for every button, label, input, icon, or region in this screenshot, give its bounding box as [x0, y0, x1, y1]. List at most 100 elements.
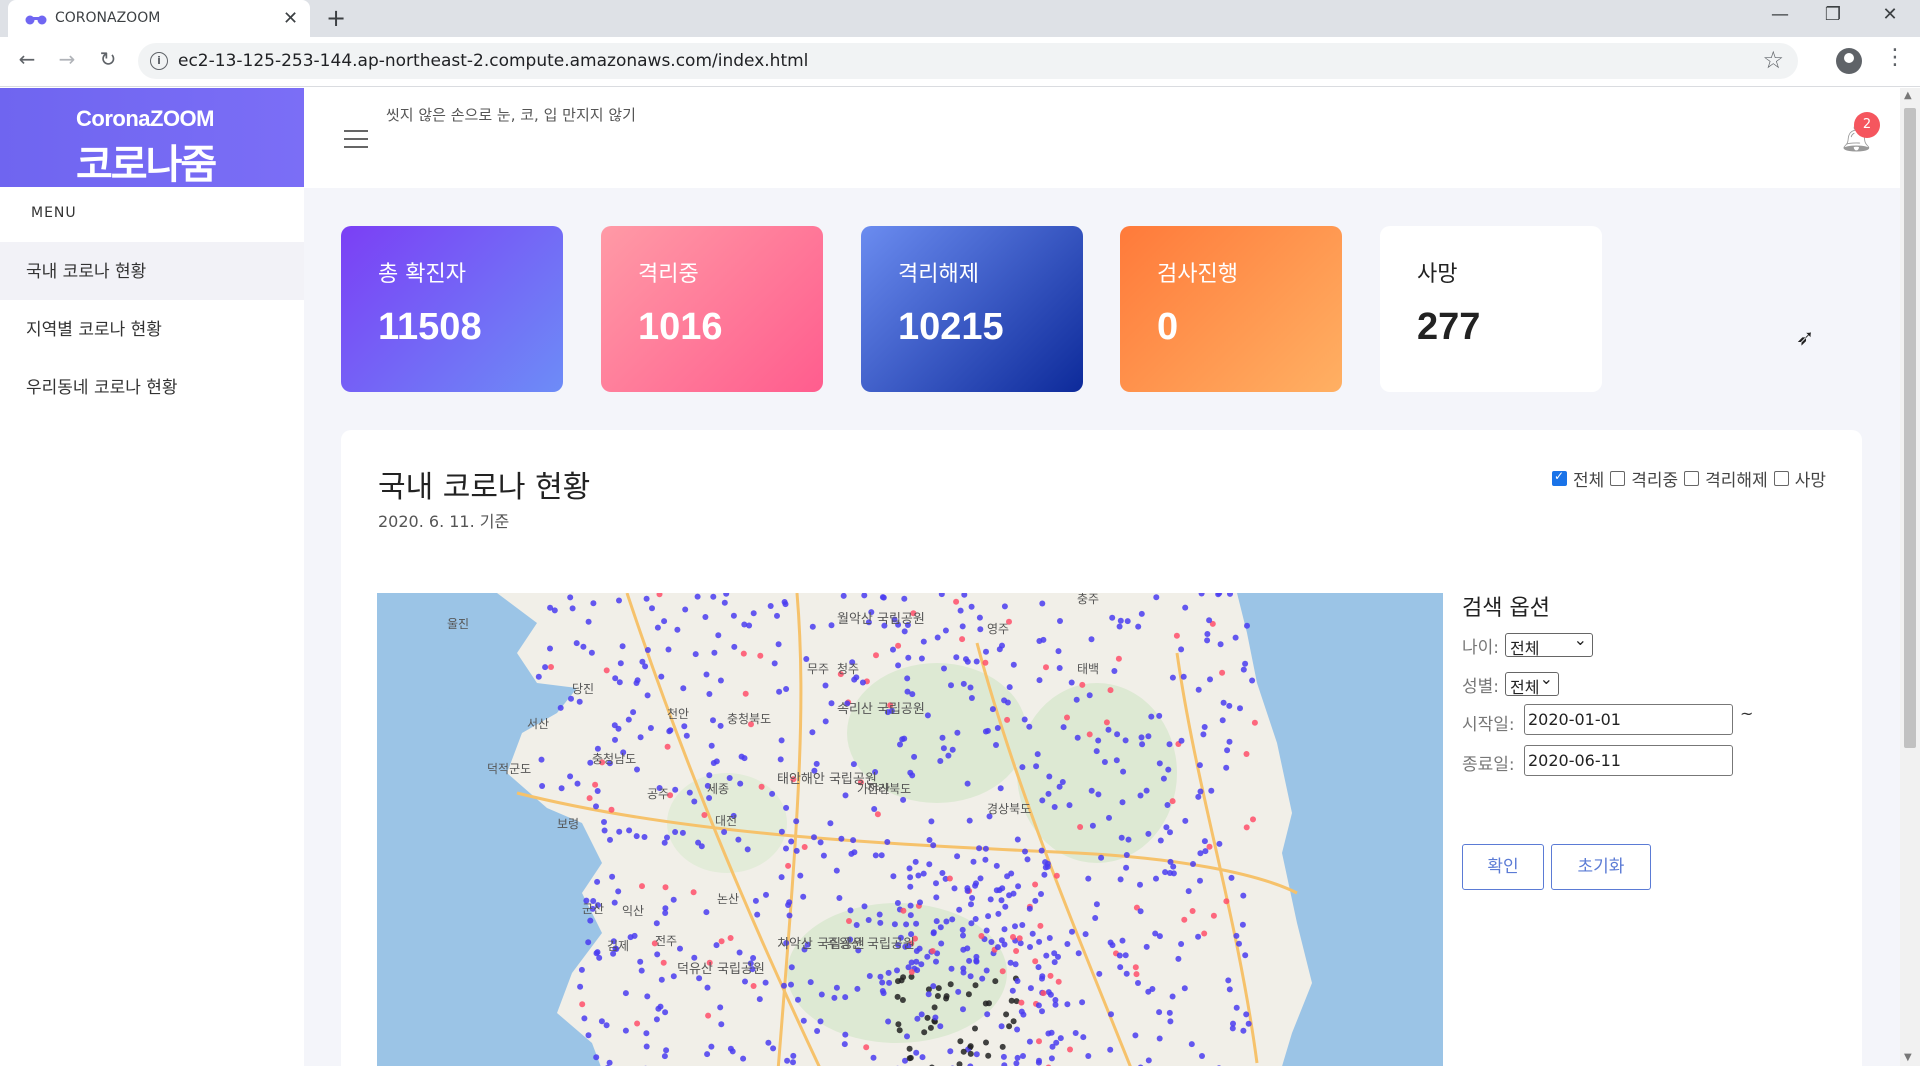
- case-marker[interactable]: [1085, 875, 1092, 882]
- case-marker[interactable]: [1057, 1035, 1064, 1042]
- minimize-icon[interactable]: —: [1760, 4, 1800, 25]
- case-marker[interactable]: [925, 991, 932, 998]
- case-marker[interactable]: [1016, 935, 1023, 942]
- case-marker[interactable]: [1039, 973, 1046, 980]
- sidebar-item-neighborhood[interactable]: 우리동네 코로나 현황: [0, 358, 304, 416]
- case-marker[interactable]: [580, 643, 587, 650]
- case-marker[interactable]: [713, 942, 720, 949]
- case-marker[interactable]: [558, 785, 565, 792]
- case-marker[interactable]: [1163, 824, 1170, 831]
- case-marker[interactable]: [1051, 804, 1058, 810]
- case-marker[interactable]: [884, 839, 891, 845]
- case-marker[interactable]: [1195, 793, 1202, 800]
- case-marker[interactable]: [994, 944, 1001, 951]
- case-marker[interactable]: [1021, 716, 1028, 723]
- case-marker[interactable]: [1122, 952, 1129, 959]
- case-marker[interactable]: [1115, 655, 1122, 662]
- case-marker[interactable]: [731, 643, 738, 650]
- case-marker[interactable]: [965, 991, 972, 998]
- case-marker[interactable]: [1027, 985, 1034, 992]
- case-marker[interactable]: [937, 924, 944, 931]
- case-marker[interactable]: [949, 746, 956, 753]
- case-marker[interactable]: [664, 834, 670, 841]
- case-marker[interactable]: [951, 885, 958, 892]
- case-marker[interactable]: [838, 835, 845, 842]
- case-marker[interactable]: [960, 965, 967, 972]
- case-marker[interactable]: [593, 1054, 600, 1061]
- case-marker[interactable]: [1251, 719, 1258, 726]
- case-marker[interactable]: [1145, 1057, 1152, 1064]
- case-marker[interactable]: [706, 772, 713, 779]
- case-marker[interactable]: [674, 626, 681, 633]
- case-marker[interactable]: [617, 660, 624, 667]
- restore-icon[interactable]: ❐: [1813, 4, 1853, 25]
- case-marker[interactable]: [972, 982, 979, 989]
- case-marker[interactable]: [594, 788, 601, 794]
- case-marker[interactable]: [841, 1041, 848, 1048]
- case-marker[interactable]: [840, 593, 847, 599]
- case-marker[interactable]: [966, 957, 973, 964]
- case-marker[interactable]: [1242, 952, 1249, 959]
- case-marker[interactable]: [1069, 928, 1075, 935]
- case-marker[interactable]: [730, 612, 737, 619]
- case-marker[interactable]: [1085, 1053, 1092, 1059]
- case-marker[interactable]: [737, 780, 744, 787]
- case-marker[interactable]: [783, 845, 789, 852]
- case-marker[interactable]: [750, 610, 757, 617]
- case-marker[interactable]: [886, 979, 893, 986]
- case-marker[interactable]: [1010, 661, 1017, 668]
- case-marker[interactable]: [576, 698, 583, 705]
- case-marker[interactable]: [817, 1018, 824, 1025]
- case-marker[interactable]: [822, 682, 829, 689]
- vertical-scrollbar[interactable]: ▲ ▼: [1900, 88, 1920, 1066]
- case-marker[interactable]: [1020, 1053, 1026, 1059]
- case-marker[interactable]: [1167, 1018, 1174, 1025]
- case-marker[interactable]: [807, 979, 814, 986]
- case-marker[interactable]: [706, 691, 713, 697]
- case-marker[interactable]: [972, 916, 979, 922]
- case-marker[interactable]: [593, 950, 600, 957]
- close-tab-icon[interactable]: ✕: [283, 8, 298, 29]
- case-marker[interactable]: [879, 979, 886, 986]
- case-marker[interactable]: [817, 839, 824, 846]
- case-marker[interactable]: [809, 729, 816, 736]
- case-marker[interactable]: [662, 910, 669, 916]
- case-marker[interactable]: [1004, 873, 1011, 880]
- case-marker[interactable]: [740, 650, 747, 657]
- case-marker[interactable]: [1137, 908, 1144, 915]
- case-marker[interactable]: [871, 806, 878, 812]
- case-marker[interactable]: [1008, 997, 1015, 1004]
- case-marker[interactable]: [1095, 791, 1102, 798]
- case-marker[interactable]: [1046, 935, 1053, 941]
- case-marker[interactable]: [1101, 759, 1108, 765]
- case-marker[interactable]: [1074, 734, 1081, 741]
- case-marker[interactable]: [1170, 863, 1177, 870]
- case-marker[interactable]: [907, 883, 914, 890]
- case-marker[interactable]: [738, 753, 745, 760]
- case-marker[interactable]: [879, 594, 886, 601]
- case-marker[interactable]: [1120, 768, 1127, 775]
- case-marker[interactable]: [1180, 673, 1187, 680]
- case-marker[interactable]: [542, 664, 549, 671]
- case-marker[interactable]: [926, 861, 933, 868]
- case-marker[interactable]: [601, 819, 607, 825]
- case-marker[interactable]: [904, 675, 911, 682]
- case-marker[interactable]: [982, 845, 989, 852]
- case-marker[interactable]: [626, 827, 633, 834]
- case-marker[interactable]: [781, 982, 787, 989]
- case-marker[interactable]: [943, 995, 950, 1002]
- case-marker[interactable]: [742, 978, 748, 985]
- case-marker[interactable]: [1236, 940, 1242, 947]
- case-marker[interactable]: [1045, 989, 1052, 996]
- case-marker[interactable]: [691, 798, 698, 805]
- case-marker[interactable]: [1039, 600, 1046, 607]
- case-marker[interactable]: [581, 1015, 588, 1022]
- case-marker[interactable]: [608, 806, 615, 813]
- case-marker[interactable]: [891, 921, 898, 928]
- case-marker[interactable]: [665, 646, 672, 653]
- case-marker[interactable]: [643, 1030, 650, 1037]
- case-marker[interactable]: [1116, 623, 1123, 630]
- case-marker[interactable]: [813, 760, 820, 767]
- case-marker[interactable]: [1143, 943, 1150, 950]
- case-marker[interactable]: [633, 680, 640, 686]
